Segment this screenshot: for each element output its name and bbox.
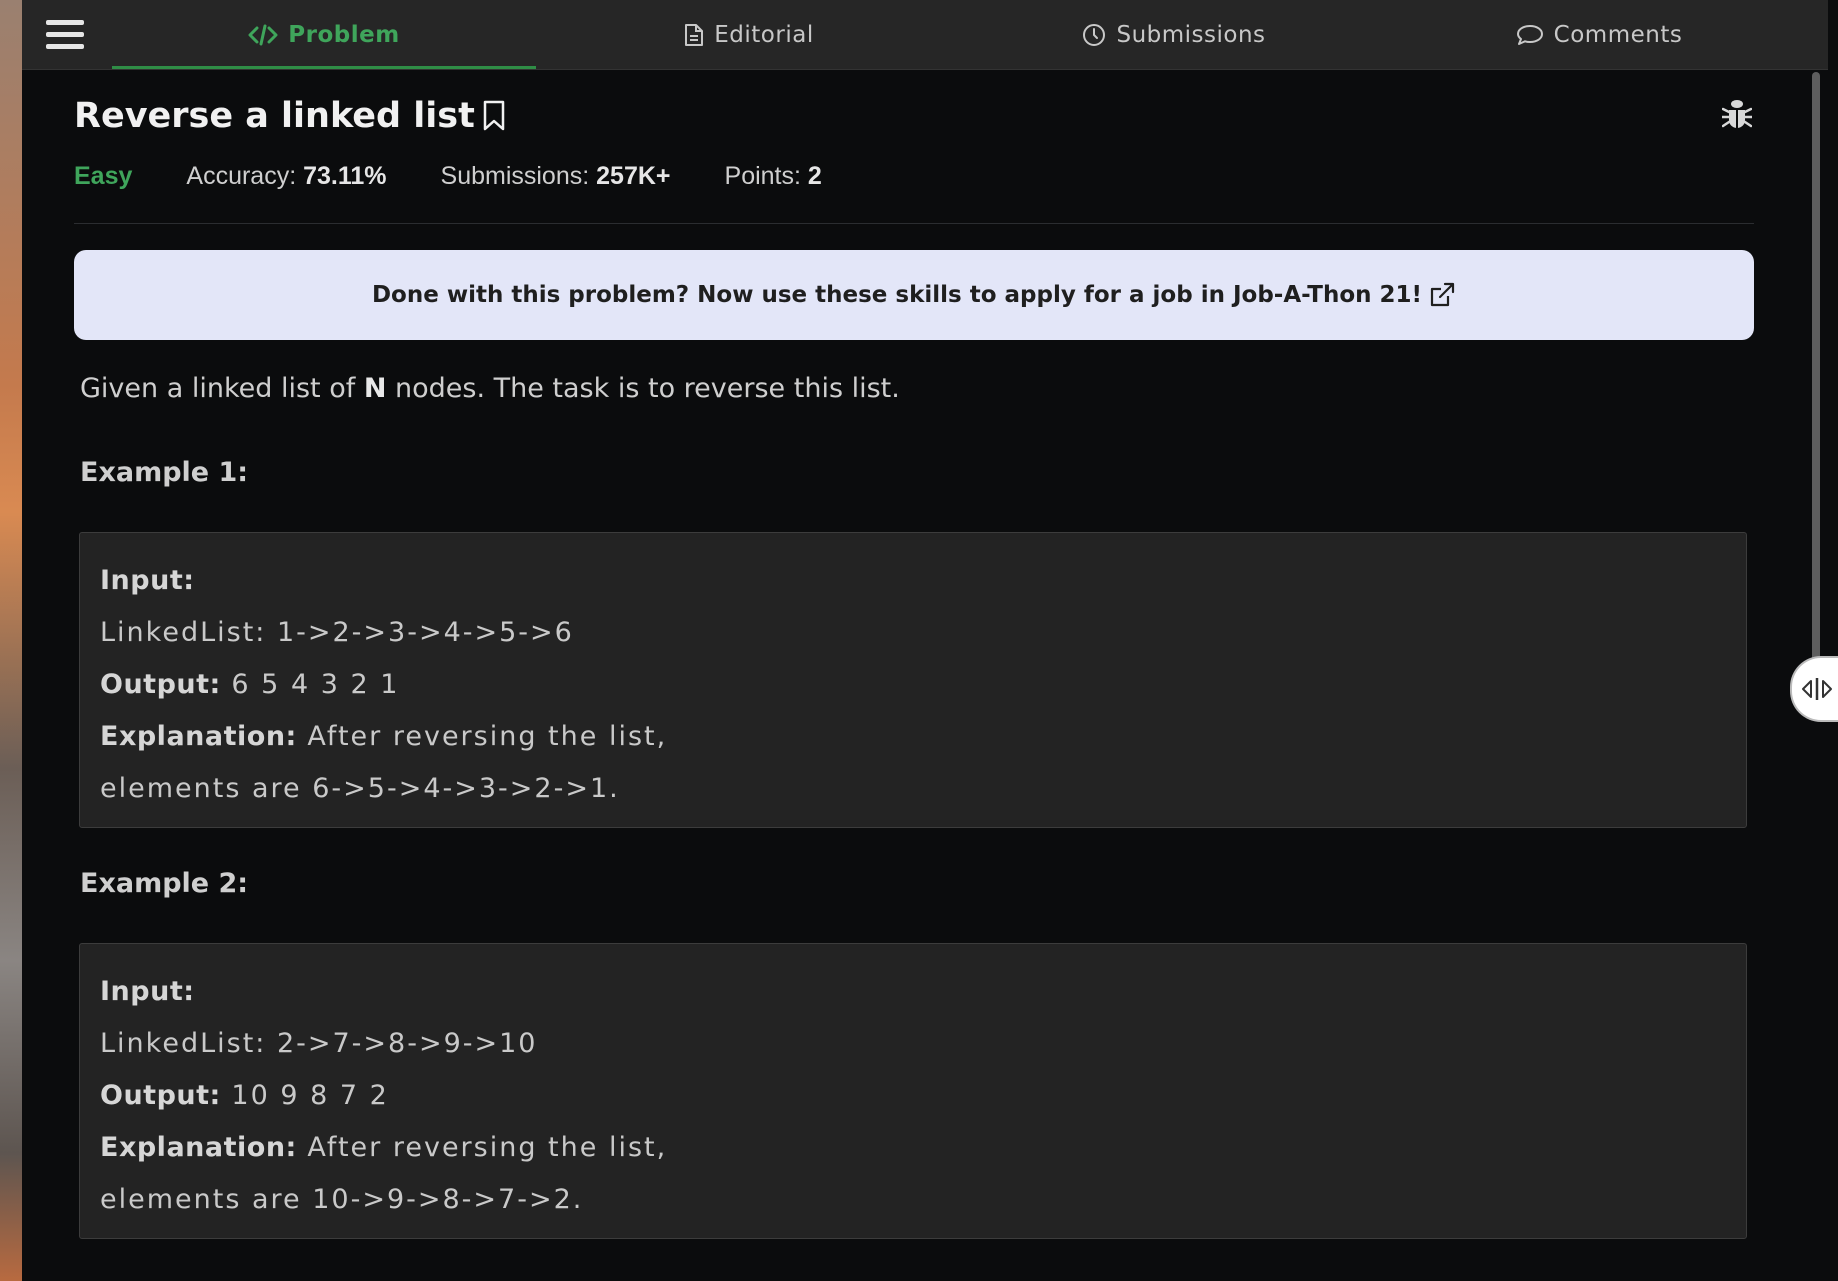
problem-title: Reverse a linked list xyxy=(74,96,475,136)
speech-bubble-icon xyxy=(1516,24,1543,45)
bug-report-icon[interactable] xyxy=(1722,98,1752,130)
tab-editorial[interactable]: Editorial xyxy=(537,0,961,69)
external-link-icon xyxy=(1430,282,1455,307)
tab-editorial-label: Editorial xyxy=(714,21,814,48)
bookmark-icon[interactable] xyxy=(481,100,507,132)
explanation-text: After reversing the list, xyxy=(296,721,668,752)
tab-problem[interactable]: Problem xyxy=(112,0,536,69)
input-label: Input: xyxy=(100,565,195,596)
input-value: LinkedList: 1->2->3->4->5->6 xyxy=(100,617,574,648)
clock-icon xyxy=(1083,23,1106,46)
document-icon xyxy=(685,23,704,46)
submissions-value: 257K+ xyxy=(596,162,671,190)
description-bold-n: N xyxy=(363,373,387,404)
scrollbar-thumb[interactable] xyxy=(1812,72,1820,672)
tab-comments-label: Comments xyxy=(1553,21,1683,48)
example-2-box: Input: LinkedList: 2->7->8->9->10 Output… xyxy=(79,943,1747,1239)
job-a-thon-banner[interactable]: Done with this problem? Now use these sk… xyxy=(74,250,1754,340)
difficulty-badge: Easy xyxy=(74,162,133,190)
accuracy-stat: Accuracy: 73.11% xyxy=(186,162,387,190)
output-value: 10 9 8 7 2 xyxy=(220,1080,389,1111)
problem-description: Given a linked list of N nodes. The task… xyxy=(80,373,900,404)
problem-content: Reverse a linked list Easy Accuracy: 73.… xyxy=(22,70,1812,1281)
output-label: Output: xyxy=(100,669,221,700)
desktop-background xyxy=(0,0,22,1281)
points-stat: Points: 2 xyxy=(724,162,822,190)
resize-arrows-icon xyxy=(1802,678,1832,700)
tab-comments[interactable]: Comments xyxy=(1387,0,1811,69)
tab-problem-label: Problem xyxy=(288,21,400,48)
explanation-label: Explanation: xyxy=(100,1132,297,1163)
tab-submissions-label: Submissions xyxy=(1116,21,1266,48)
explanation-text: After reversing the list, xyxy=(296,1132,668,1163)
hamburger-menu-icon[interactable] xyxy=(46,20,84,52)
input-label: Input: xyxy=(100,976,195,1007)
code-icon xyxy=(248,24,278,45)
problem-meta: Easy Accuracy: 73.11% Submissions: 257K+… xyxy=(74,162,876,191)
tab-submissions[interactable]: Submissions xyxy=(962,0,1386,69)
example-2-heading: Example 2: xyxy=(80,868,249,899)
banner-text: Done with this problem? Now use these sk… xyxy=(371,282,1423,308)
explanation-text-continued: elements are 10->9->8->7->2. xyxy=(100,1184,584,1215)
divider xyxy=(74,223,1754,224)
output-value: 6 5 4 3 2 1 xyxy=(220,669,400,700)
top-navigation: Problem Editorial Submissions Comments xyxy=(22,0,1828,70)
example-1-heading: Example 1: xyxy=(80,457,249,488)
accuracy-value: 73.11% xyxy=(303,162,387,190)
output-label: Output: xyxy=(100,1080,221,1111)
explanation-label: Explanation: xyxy=(100,721,297,752)
submissions-stat: Submissions: 257K+ xyxy=(440,162,671,190)
title-row: Reverse a linked list xyxy=(74,96,507,136)
input-value: LinkedList: 2->7->8->9->10 xyxy=(100,1028,538,1059)
example-1-box: Input: LinkedList: 1->2->3->4->5->6 Outp… xyxy=(79,532,1747,828)
points-value: 2 xyxy=(807,162,822,190)
problem-panel: Problem Editorial Submissions Comments R… xyxy=(22,0,1828,1281)
explanation-text-continued: elements are 6->5->4->3->2->1. xyxy=(100,773,620,804)
